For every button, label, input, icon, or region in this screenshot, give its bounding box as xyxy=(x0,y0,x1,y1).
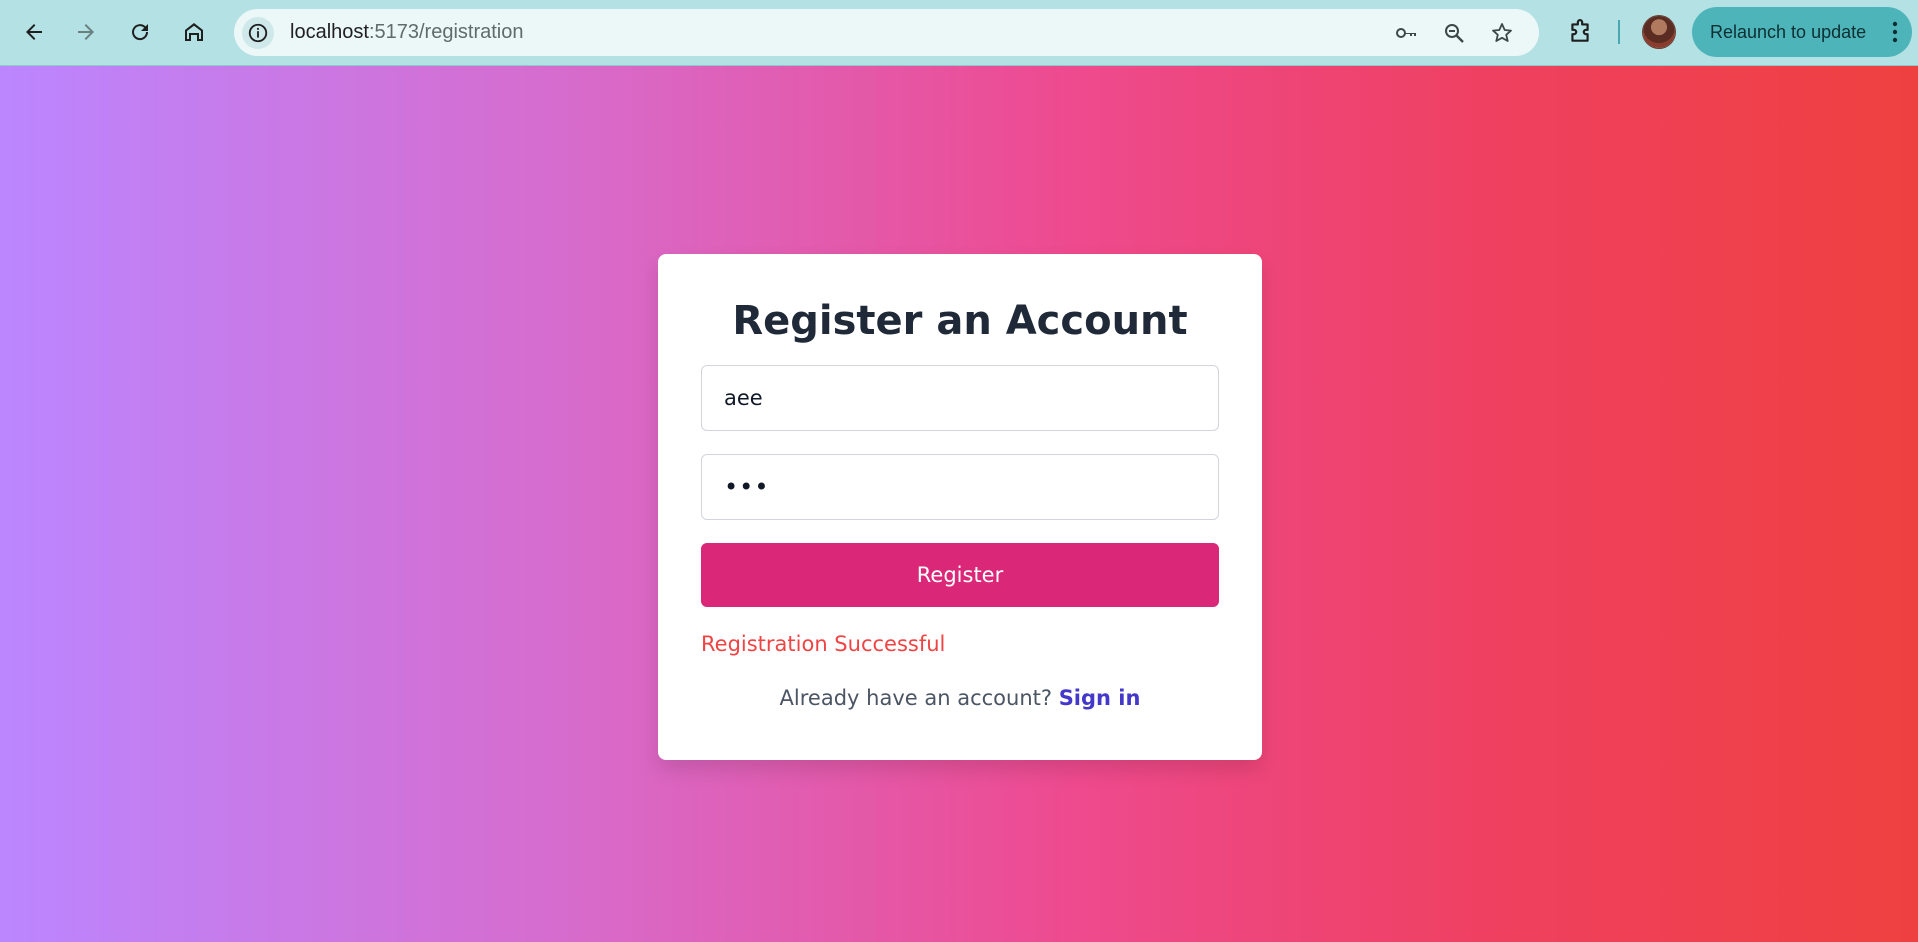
zoom-button[interactable] xyxy=(1440,19,1468,47)
avatar[interactable] xyxy=(1643,16,1675,48)
signin-prompt-text: Already have an account? xyxy=(779,686,1059,710)
status-message: Registration Successful xyxy=(701,632,946,656)
reload-button[interactable] xyxy=(122,14,158,50)
home-button[interactable] xyxy=(176,14,212,50)
zoom-icon xyxy=(1445,24,1464,43)
more-vert-icon xyxy=(1892,21,1898,43)
browser-toolbar: localhost:5173/registration Relaunch to … xyxy=(0,0,1918,66)
signin-prompt: Already have an account? Sign in xyxy=(658,686,1262,710)
bookmark-button[interactable] xyxy=(1488,19,1516,47)
registration-card: Register an Account Register Registratio… xyxy=(658,254,1262,760)
password-key-icon xyxy=(1396,28,1416,38)
bookmark-star-icon xyxy=(1492,23,1512,42)
url-text[interactable]: localhost:5173/registration xyxy=(290,21,523,44)
url-host: localhost xyxy=(290,21,369,43)
extensions-button[interactable] xyxy=(1563,15,1597,49)
site-info-icon xyxy=(248,23,268,43)
register-button[interactable]: Register xyxy=(701,543,1219,607)
password-input[interactable] xyxy=(701,454,1219,520)
site-info-button[interactable] xyxy=(242,17,274,49)
relaunch-label: Relaunch to update xyxy=(1710,21,1867,42)
back-icon xyxy=(26,24,42,40)
toolbar-divider xyxy=(1618,20,1620,44)
forward-icon xyxy=(78,24,94,40)
home-icon xyxy=(185,23,203,41)
relaunch-button[interactable]: Relaunch to update xyxy=(1692,7,1912,57)
address-bar[interactable]: localhost:5173/registration xyxy=(234,9,1539,56)
page-background: Register an Account Register Registratio… xyxy=(0,66,1918,942)
page-title: Register an Account xyxy=(732,298,1188,344)
reload-icon xyxy=(132,24,149,41)
password-key-button[interactable] xyxy=(1392,19,1420,47)
extensions-icon xyxy=(1571,19,1589,42)
url-path: :5173/registration xyxy=(368,21,524,43)
username-input[interactable] xyxy=(701,365,1219,431)
signin-link[interactable]: Sign in xyxy=(1059,686,1141,710)
forward-button[interactable] xyxy=(68,14,104,50)
back-button[interactable] xyxy=(16,14,52,50)
